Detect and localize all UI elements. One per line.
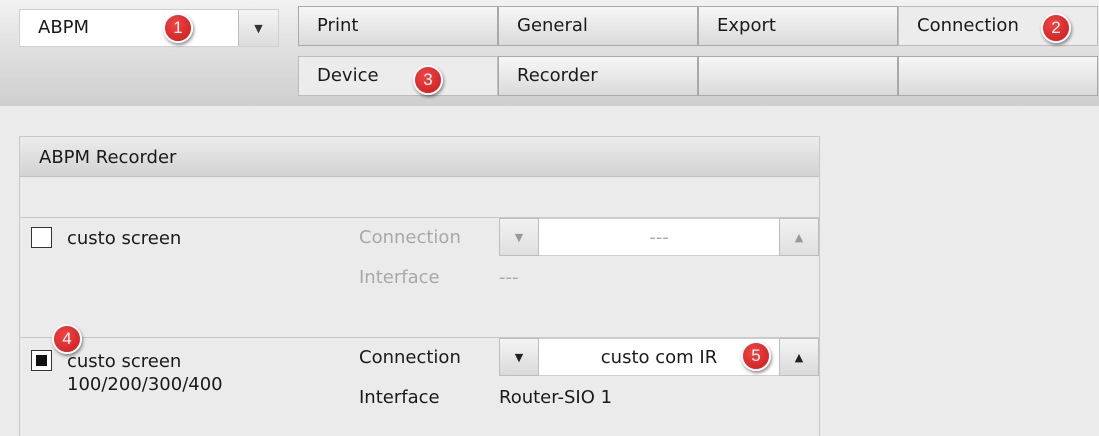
device-1-connection-prev-button[interactable]: ▼ — [499, 218, 539, 256]
tab-device[interactable]: Device — [298, 56, 498, 96]
device-1-connection-label: Connection — [359, 227, 461, 248]
device-type-select[interactable]: ABPM ▼ — [19, 9, 279, 47]
tab-print-label: Print — [317, 15, 359, 36]
callout-badge-5: 5 — [741, 341, 771, 371]
checkbox-check-mark — [36, 355, 47, 366]
device-2-interface-label: Interface — [359, 387, 440, 408]
device-2-connection-value: custo com IR — [600, 346, 718, 368]
tab-general-label: General — [517, 15, 588, 36]
device-2-connection-label: Connection — [359, 347, 461, 368]
top-toolbar: ABPM ▼ Print General Export Connection D… — [0, 0, 1099, 106]
tab-empty-2[interactable] — [898, 56, 1098, 96]
tab-export-label: Export — [717, 15, 776, 36]
device-2-interface-value: Router-SIO 1 — [499, 387, 613, 408]
callout-badge-4: 4 — [52, 324, 82, 354]
tab-device-label: Device — [317, 65, 379, 86]
triangle-down-icon: ▼ — [514, 230, 524, 244]
tab-empty-1[interactable] — [698, 56, 898, 96]
tab-recorder[interactable]: Recorder — [498, 56, 698, 96]
callout-badge-3: 3 — [413, 65, 443, 95]
triangle-up-icon: ▲ — [794, 350, 804, 364]
abpm-recorder-panel: ABPM Recorder custo screen Connection ▼ … — [19, 136, 820, 436]
tab-general[interactable]: General — [498, 6, 698, 46]
device-1-connection-value: --- — [649, 226, 669, 248]
device-2-connection-prev-button[interactable]: ▼ — [499, 338, 539, 376]
device-2-connection-next-button[interactable]: ▲ — [779, 338, 819, 376]
device-2-name: custo screen — [67, 351, 182, 372]
device-1-name: custo screen — [67, 228, 182, 249]
device-1-connection-next-button[interactable]: ▲ — [779, 218, 819, 256]
tab-recorder-label: Recorder — [517, 65, 598, 86]
device-type-value: ABPM — [38, 17, 90, 38]
tab-export[interactable]: Export — [698, 6, 898, 46]
triangle-down-icon[interactable]: ▼ — [238, 10, 278, 46]
callout-badge-1: 1 — [163, 13, 193, 43]
device-1-interface-value: --- — [499, 267, 519, 288]
device-1-checkbox[interactable] — [31, 227, 52, 248]
triangle-up-icon: ▲ — [794, 230, 804, 244]
device-2-model: 100/200/300/400 — [67, 374, 223, 395]
triangle-down-icon: ▼ — [514, 350, 524, 364]
panel-title: ABPM Recorder — [39, 147, 177, 168]
device-1-interface-label: Interface — [359, 267, 440, 288]
callout-badge-2: 2 — [1041, 13, 1071, 43]
panel-header: ABPM Recorder — [20, 137, 819, 177]
device-2-checkbox[interactable] — [31, 350, 52, 371]
tab-print[interactable]: Print — [298, 6, 498, 46]
tab-connection-label: Connection — [917, 15, 1019, 36]
device-1-connection-field[interactable]: --- — [539, 218, 779, 256]
